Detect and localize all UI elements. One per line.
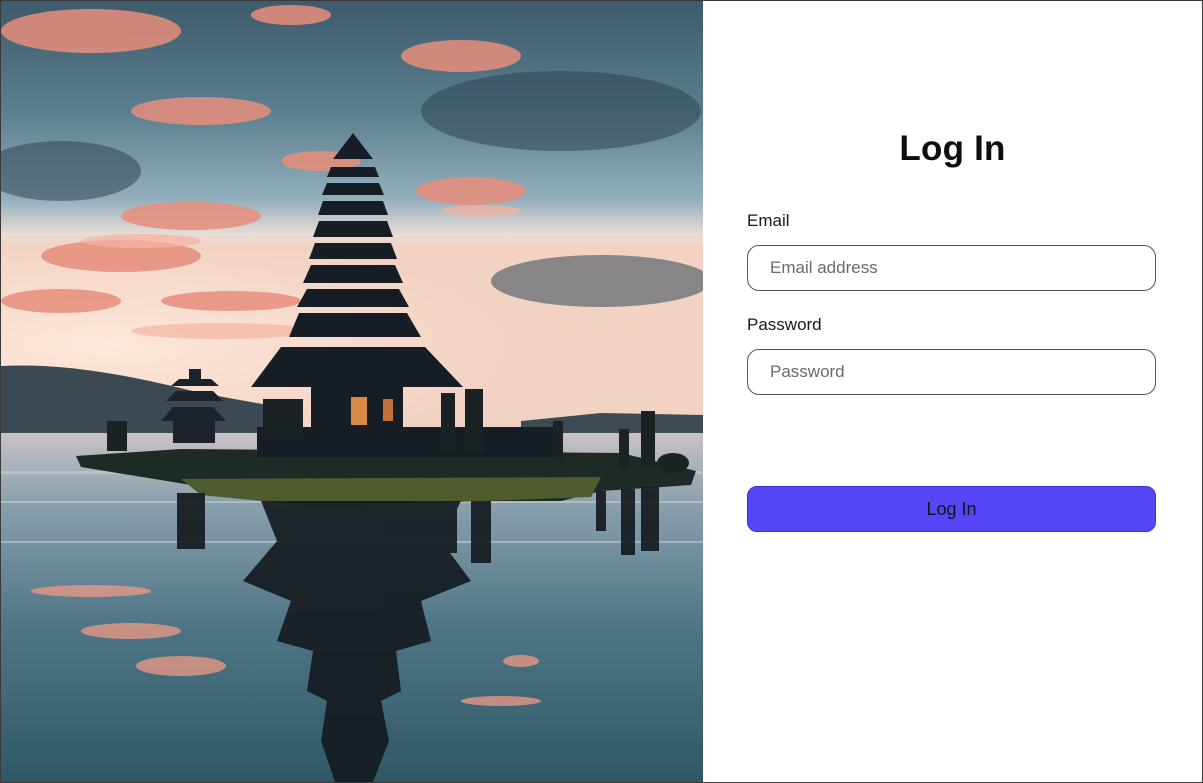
login-page: Log In Email Password Log In <box>0 0 1203 783</box>
login-button[interactable]: Log In <box>747 486 1156 532</box>
email-input[interactable] <box>747 245 1156 291</box>
password-label: Password <box>747 315 822 334</box>
email-label: Email <box>747 211 790 230</box>
password-input[interactable] <box>747 349 1156 395</box>
hero-illustration <box>1 1 703 782</box>
page-title: Log In <box>899 129 1006 168</box>
login-panel: Log In Email Password Log In <box>703 1 1202 782</box>
temple-lake-photo <box>1 1 703 782</box>
